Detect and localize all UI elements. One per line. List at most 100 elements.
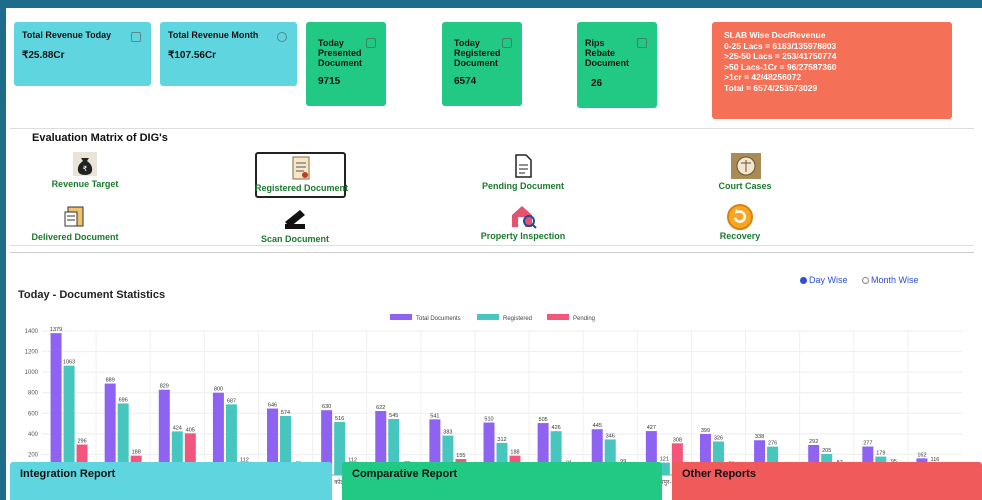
presented-document-card[interactable]: Today Presented Document 9715	[306, 22, 386, 106]
slab-title: SLAB Wise Doc/Revenue	[724, 30, 826, 40]
slab-line: Total = 6574/253573029	[724, 82, 818, 93]
slab-wise-card[interactable]: SLAB Wise Doc/Revenue 0-25 Lacs = 6183/1…	[712, 22, 952, 119]
registered-document-card[interactable]: Today Registered Document 6574	[442, 22, 522, 106]
data-label: 505	[539, 417, 548, 423]
data-label: 155	[456, 453, 465, 459]
registered-document-link[interactable]: Registered Document	[255, 152, 349, 198]
data-label: 296	[77, 439, 86, 445]
y-tick-label: 1400	[25, 329, 39, 335]
court-cases-link[interactable]: Court Cases	[670, 153, 820, 191]
revenue-target-label: Revenue Target	[51, 179, 119, 189]
data-label: 445	[593, 423, 602, 429]
data-label: 427	[647, 425, 656, 431]
registered-document-label: Registered Document	[255, 183, 349, 193]
legend-swatch	[477, 314, 499, 320]
data-label: 510	[484, 417, 493, 423]
data-label: 574	[281, 410, 290, 416]
data-label: 312	[497, 437, 506, 443]
data-label: 276	[768, 441, 777, 447]
legend-label: Registered	[503, 316, 532, 322]
rips-rebate-card[interactable]: Rips Rebate Document 26	[577, 22, 657, 108]
rips-rebate-label: Rips Rebate Document	[585, 38, 630, 68]
data-label: 1379	[50, 327, 62, 333]
month-wise-radio[interactable]: Month Wise	[862, 275, 925, 285]
integration-report-panel[interactable]: Integration Report	[10, 462, 332, 500]
delivered-document-link[interactable]: Delivered Document	[0, 204, 150, 242]
y-tick-label: 600	[28, 411, 39, 417]
recovery-label: Recovery	[719, 231, 761, 241]
data-label: 326	[714, 435, 723, 441]
period-toggle: Day Wise Month Wise	[800, 275, 931, 285]
slab-line: >1cr = 42/48256072	[724, 72, 802, 82]
data-label: 162	[917, 452, 926, 458]
y-tick-label: 400	[28, 432, 39, 438]
data-label: 696	[119, 397, 128, 403]
revenue-month-label: Total Revenue Month	[168, 30, 259, 40]
data-label: 426	[552, 425, 561, 431]
revenue-target-link[interactable]: ₹ Revenue Target	[10, 151, 160, 189]
document-icon	[366, 38, 376, 48]
day-wise-label: Day Wise	[809, 275, 848, 285]
money-bag-icon: ₹	[71, 151, 99, 177]
legend-label: Pending	[573, 316, 595, 322]
chart-title: Today - Document Statistics	[18, 289, 166, 301]
data-label: 292	[809, 439, 818, 445]
data-label: 516	[335, 416, 344, 422]
registered-document-icon	[287, 155, 315, 181]
property-inspection-link[interactable]: Property Inspection	[448, 203, 598, 241]
legend-swatch	[547, 314, 569, 320]
other-reports-title: Other Reports	[682, 468, 756, 480]
delivered-document-label: Delivered Document	[31, 232, 119, 242]
pending-document-label: Pending Document	[481, 181, 564, 191]
data-label: 545	[389, 413, 398, 419]
y-tick-label: 1200	[25, 350, 39, 356]
scan-document-label: Scan Document	[260, 234, 329, 244]
data-label: 889	[106, 378, 115, 384]
bar	[50, 333, 62, 475]
recovery-link[interactable]: Recovery	[665, 203, 815, 241]
svg-text:₹: ₹	[83, 165, 88, 173]
legend-label: Total Documents	[416, 316, 461, 322]
rips-rebate-value: 26	[591, 78, 603, 89]
radio-selected-icon	[800, 277, 807, 284]
data-label: 541	[430, 413, 439, 419]
data-label: 646	[268, 403, 277, 409]
revenue-month-card[interactable]: Total Revenue Month ₹107.56Cr	[160, 22, 297, 86]
data-label: 308	[673, 437, 682, 443]
data-label: 399	[701, 428, 710, 434]
delivery-icon	[61, 204, 89, 230]
data-label: 622	[376, 405, 385, 411]
data-label: 188	[510, 450, 519, 456]
document-icon	[502, 38, 512, 48]
data-label: 405	[186, 427, 195, 433]
scales-icon	[731, 153, 761, 179]
property-inspection-label: Property Inspection	[480, 231, 566, 241]
bar	[63, 365, 75, 475]
data-label: 121	[660, 457, 669, 463]
document-icon	[637, 38, 647, 48]
data-label: 346	[606, 433, 615, 439]
month-wise-label: Month Wise	[871, 275, 919, 285]
data-label: 179	[876, 451, 885, 457]
slab-line: 0-25 Lacs = 6183/135978803	[724, 40, 837, 51]
recovery-icon	[726, 203, 754, 230]
revenue-today-label: Total Revenue Today	[22, 30, 112, 40]
comparative-report-panel[interactable]: Comparative Report	[342, 462, 662, 500]
document-statistics-panel: Today - Document Statistics Day Wise Mon…	[10, 252, 974, 486]
wallet-icon	[131, 32, 141, 42]
pending-document-link[interactable]: Pending Document	[448, 153, 598, 191]
data-label: 424	[173, 425, 182, 431]
registered-document-label: Today Registered Document	[454, 38, 501, 68]
revenue-today-card[interactable]: Total Revenue Today ₹25.88Cr	[14, 22, 151, 86]
court-cases-label: Court Cases	[718, 181, 772, 191]
scan-document-link[interactable]: Scan Document	[220, 206, 370, 244]
money-icon	[277, 32, 287, 42]
document-icon	[509, 153, 537, 179]
data-label: 800	[214, 387, 223, 393]
revenue-month-value: ₹107.56Cr	[168, 50, 217, 61]
data-label: 277	[863, 441, 872, 447]
y-tick-label: 800	[28, 391, 39, 397]
legend-swatch	[390, 314, 412, 320]
day-wise-radio[interactable]: Day Wise	[800, 275, 854, 285]
other-reports-panel[interactable]: Other Reports	[672, 462, 982, 500]
